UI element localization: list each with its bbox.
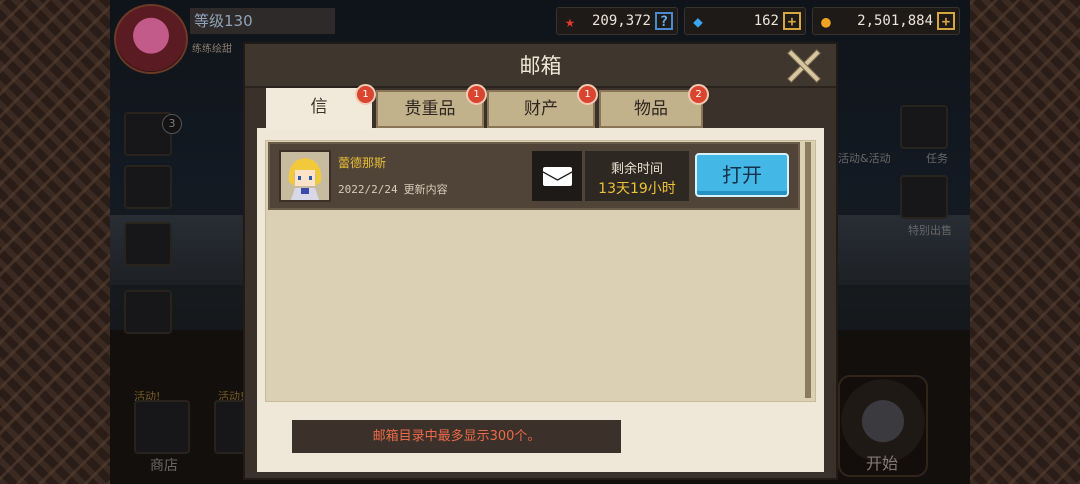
help-icon[interactable]: ? bbox=[655, 12, 673, 30]
gold-coin-icon: ● bbox=[821, 11, 831, 31]
stars-counter: ★ 209,372 ? bbox=[556, 7, 678, 35]
gold-value: 2,501,884 bbox=[857, 13, 933, 29]
remaining-time-label: 剩余时间 bbox=[610, 162, 663, 177]
sender-avatar bbox=[279, 150, 331, 202]
blonde-character-icon bbox=[281, 152, 329, 200]
player-level: 等级130 bbox=[190, 8, 335, 34]
remaining-time-value: 13天19小时 bbox=[598, 181, 676, 197]
add-gold-button[interactable]: + bbox=[937, 12, 955, 30]
mail-date-line: 2022/2/24 更新内容 bbox=[338, 181, 448, 197]
gems-counter: ◆ 162 + bbox=[684, 7, 806, 35]
tab-valuables-badge: 1 bbox=[466, 84, 487, 105]
envelope-icon bbox=[543, 167, 572, 186]
mail-sender: 蕾德那斯 bbox=[338, 156, 387, 170]
add-gems-button[interactable]: + bbox=[783, 12, 801, 30]
tab-items-badge: 2 bbox=[688, 84, 709, 105]
blue-diamond-icon: ◆ bbox=[693, 11, 703, 31]
stars-value: 209,372 bbox=[591, 13, 651, 29]
red-star-icon: ★ bbox=[565, 11, 575, 31]
open-mail-button[interactable]: 打开 bbox=[695, 153, 789, 197]
mail-list-scrollbar[interactable] bbox=[805, 142, 811, 398]
gems-value: 162 bbox=[753, 13, 779, 29]
mailbox-limit-note: 邮箱目录中最多显示300个。 bbox=[292, 420, 621, 453]
gold-counter: ● 2,501,884 + bbox=[812, 7, 960, 35]
close-icon[interactable] bbox=[786, 48, 822, 84]
tab-assets-badge: 1 bbox=[577, 84, 598, 105]
left-decor-border bbox=[0, 0, 110, 484]
right-decor-border bbox=[970, 0, 1080, 484]
mail-date: 2022/2/24 bbox=[338, 183, 398, 196]
tab-letters-badge: 1 bbox=[355, 84, 376, 105]
dialog-title: 邮箱 bbox=[519, 54, 562, 78]
player-subtitle: 练练绘甜 bbox=[192, 44, 232, 55]
mail-subject: 更新内容 bbox=[403, 183, 448, 196]
player-avatar[interactable] bbox=[114, 4, 188, 74]
